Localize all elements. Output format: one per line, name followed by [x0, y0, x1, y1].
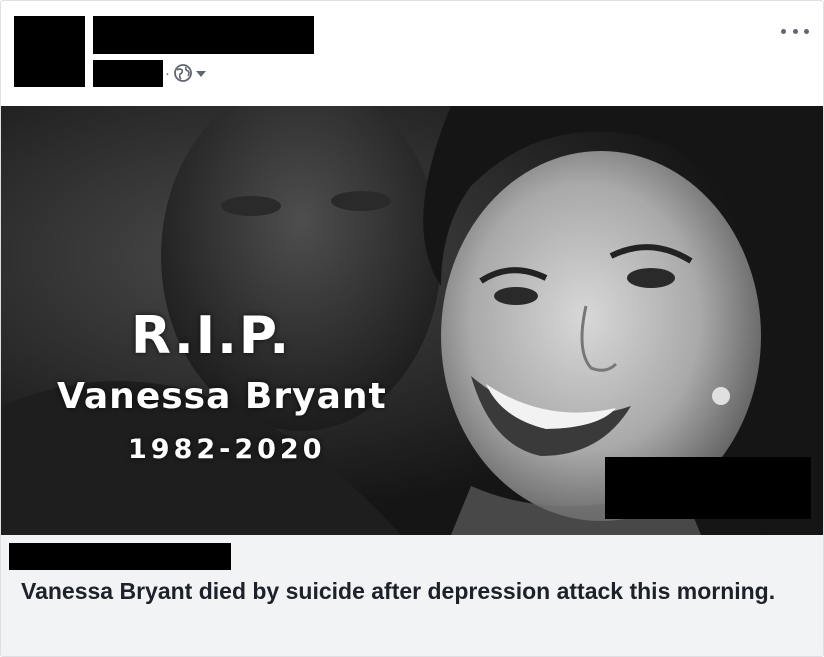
link-preview[interactable]: Vanessa Bryant died by suicide after dep…: [1, 535, 823, 656]
more-dot: [781, 28, 786, 34]
rip-years: 1982-2020: [128, 434, 326, 465]
post-meta: ·: [165, 61, 207, 85]
redacted-watermark: [605, 457, 811, 519]
globe-icon[interactable]: [173, 63, 193, 83]
redacted-timestamp[interactable]: [93, 60, 163, 87]
post-header: ·: [1, 1, 823, 105]
link-headline[interactable]: Vanessa Bryant died by suicide after dep…: [21, 575, 801, 607]
redacted-avatar[interactable]: [14, 16, 85, 87]
post-image[interactable]: R.I.P. Vanessa Bryant 1982-2020: [1, 106, 823, 535]
rip-name: Vanessa Bryant: [57, 376, 387, 417]
caret-down-icon[interactable]: [195, 67, 207, 79]
more-options-icon[interactable]: [781, 23, 809, 39]
more-dot: [804, 28, 809, 34]
facebook-post: · R.I.P. Vanessa Bryant 1982-2020 Vaness…: [0, 0, 824, 657]
redacted-author-name[interactable]: [93, 16, 314, 54]
redacted-source-domain[interactable]: [9, 543, 231, 570]
rip-title: R.I.P.: [131, 306, 292, 366]
meta-separator: ·: [165, 64, 170, 82]
more-dot: [792, 28, 798, 34]
